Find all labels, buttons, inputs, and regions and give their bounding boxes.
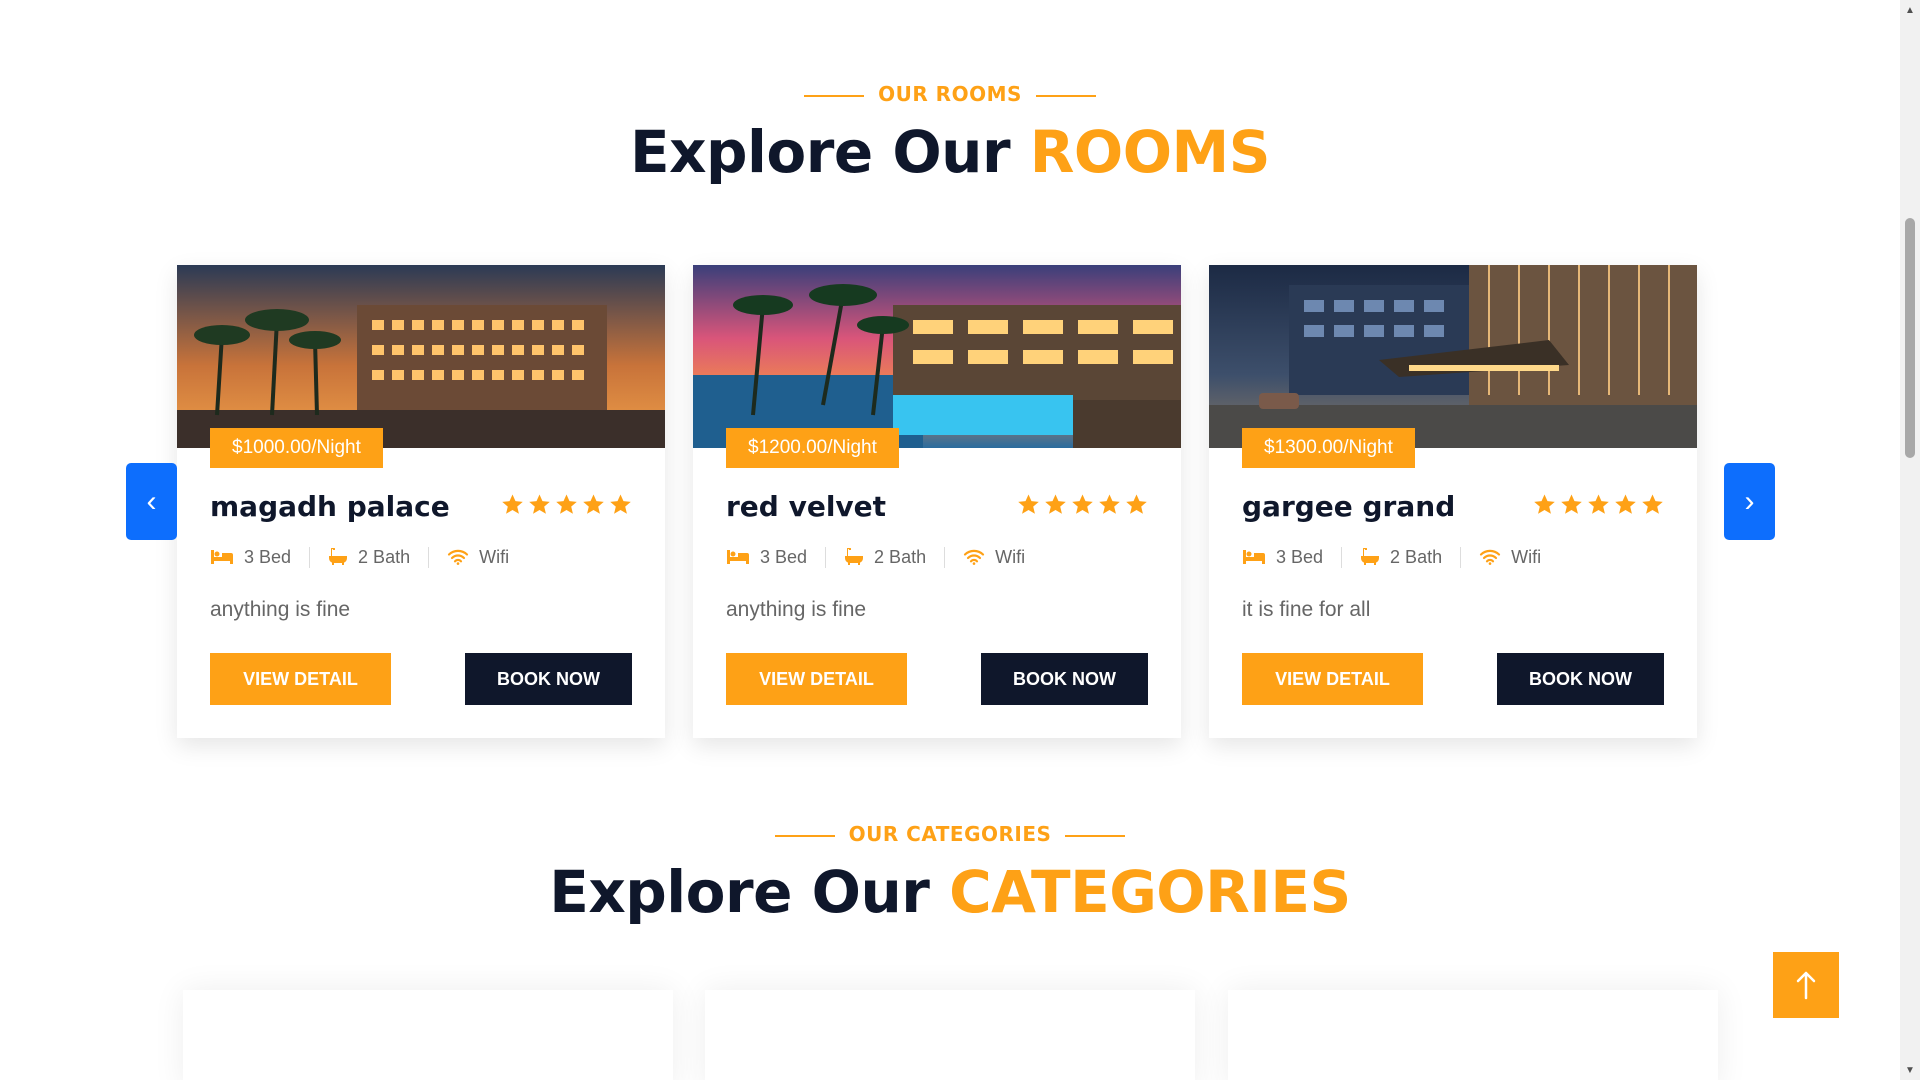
tag-line-left [774, 834, 835, 837]
room-name: gargee grand [1242, 490, 1456, 523]
star-icon [502, 494, 523, 514]
page-scrollbar[interactable]: ▲ ▼ [1900, 0, 1920, 1080]
category-card[interactable] [705, 990, 1195, 1080]
room-price-badge: $1000.00/Night [210, 428, 383, 468]
room-card: $1200.00/Night red velvet 3 Bed 2 Bath W… [693, 265, 1181, 738]
wifi-icon [447, 549, 469, 565]
amenity-wifi-label: Wifi [479, 546, 510, 567]
room-image [1209, 265, 1697, 448]
star-icon [1615, 494, 1636, 514]
amenity-wifi-label: Wifi [995, 546, 1026, 567]
arrow-up-icon [1796, 971, 1816, 1000]
view-detail-button[interactable]: VIEW DETAIL [210, 653, 391, 705]
star-icon [1534, 494, 1555, 514]
room-name: magadh palace [210, 490, 450, 523]
room-description: it is fine for all [1242, 598, 1371, 621]
bed-icon [211, 550, 233, 564]
amenity-bed-label: 3 Bed [244, 546, 292, 567]
amenity-bath-label: 2 Bath [874, 546, 927, 567]
star-icon [1072, 494, 1093, 514]
room-amenities: 3 Bed 2 Bath Wifi [210, 543, 527, 571]
room-rating [1533, 493, 1664, 516]
amenity-bath-label: 2 Bath [1390, 546, 1443, 567]
room-image [693, 265, 1181, 448]
categories-tag-text: OUR CATEGORIES [848, 822, 1052, 846]
amenity-bath: 2 Bath [1341, 546, 1460, 568]
book-now-button[interactable]: BOOK NOW [1497, 653, 1664, 705]
amenity-wifi: Wifi [944, 546, 1043, 568]
amenity-bath-label: 2 Bath [358, 546, 411, 567]
room-price-badge: $1200.00/Night [726, 428, 899, 468]
star-icon [556, 494, 577, 514]
amenity-bed-label: 3 Bed [760, 546, 808, 567]
back-to-top-button[interactable] [1773, 952, 1839, 1018]
room-card: $1000.00/Night magadh palace 3 Bed 2 Bat… [177, 265, 665, 738]
room-price-badge: $1300.00/Night [1242, 428, 1415, 468]
scroll-down-arrow-icon[interactable]: ▼ [1900, 1060, 1920, 1080]
star-icon [1045, 494, 1066, 514]
categories-title-main: Explore Our [549, 858, 930, 926]
amenity-bed: 3 Bed [726, 547, 825, 568]
amenity-bath: 2 Bath [825, 546, 944, 568]
tag-line-right [1065, 834, 1126, 837]
room-description: anything is fine [726, 598, 867, 621]
wifi-icon [1479, 549, 1501, 565]
star-icon [1126, 494, 1147, 514]
amenity-wifi: Wifi [1460, 546, 1559, 568]
amenity-bed: 3 Bed [1242, 547, 1341, 568]
room-rating [1017, 493, 1148, 516]
category-card[interactable] [183, 990, 673, 1080]
book-now-button[interactable]: BOOK NOW [981, 653, 1148, 705]
room-amenities: 3 Bed 2 Bath Wifi [726, 543, 1043, 571]
view-detail-button[interactable]: VIEW DETAIL [1242, 653, 1423, 705]
star-icon [529, 494, 550, 514]
bed-icon [727, 550, 749, 564]
category-card[interactable] [1228, 990, 1718, 1080]
bath-icon [1361, 548, 1380, 565]
star-icon [1018, 494, 1039, 514]
star-icon [1642, 494, 1663, 514]
amenity-bath: 2 Bath [309, 546, 428, 568]
bath-icon [329, 548, 348, 565]
room-description: anything is fine [210, 598, 351, 621]
room-name: red velvet [726, 490, 887, 523]
view-detail-button[interactable]: VIEW DETAIL [726, 653, 907, 705]
bath-icon [845, 548, 864, 565]
scroll-up-arrow-icon[interactable]: ▲ [1900, 0, 1920, 20]
room-amenities: 3 Bed 2 Bath Wifi [1242, 543, 1559, 571]
scrollbar-thumb[interactable] [1905, 218, 1915, 458]
wifi-icon [963, 549, 985, 565]
carousel-prev-button[interactable]: ‹ [126, 463, 177, 540]
room-card: $1300.00/Night gargee grand 3 Bed 2 Bath… [1209, 265, 1697, 738]
carousel-next-button[interactable]: › [1724, 463, 1775, 540]
star-icon [1099, 494, 1120, 514]
star-icon [1588, 494, 1609, 514]
star-icon [583, 494, 604, 514]
amenity-bed-label: 3 Bed [1276, 546, 1324, 567]
categories-section-title: Explore Our CATEGORIES [0, 858, 1900, 926]
room-rating [501, 493, 632, 516]
bed-icon [1243, 550, 1265, 564]
star-icon [610, 494, 631, 514]
book-now-button[interactable]: BOOK NOW [465, 653, 632, 705]
amenity-wifi-label: Wifi [1511, 546, 1542, 567]
star-icon [1561, 494, 1582, 514]
categories-section-tag: OUR CATEGORIES [0, 822, 1900, 846]
categories-title-accent: CATEGORIES [949, 858, 1351, 926]
amenity-wifi: Wifi [428, 546, 527, 568]
room-image [177, 265, 665, 448]
rooms-carousel: $1000.00/Night magadh palace 3 Bed 2 Bat… [0, 0, 1900, 760]
amenity-bed: 3 Bed [210, 547, 309, 568]
